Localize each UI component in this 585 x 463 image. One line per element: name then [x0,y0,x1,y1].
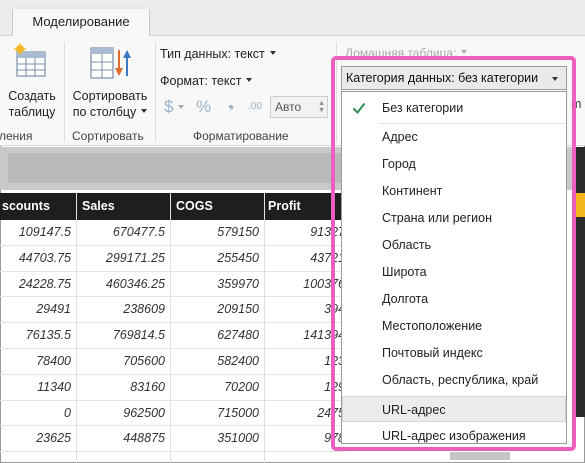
table-cell: 44703.75 [18,250,71,265]
spinner-arrows-icon[interactable]: ▲ ▼ [318,100,325,114]
table-cell: 109147.5 [18,225,71,239]
format-dropdown[interactable]: Формат: текст [160,74,253,88]
decimal-places-input[interactable]: Авто ▲ ▼ [270,96,328,118]
table-cell: 460346.25 [105,276,165,291]
chevron-down-icon [246,77,253,82]
table-cell: 715000 [217,405,259,420]
chevron-down-icon [269,50,276,55]
sort-by-column-button[interactable]: Сортировать по столбцу [66,36,154,124]
table-cell: 962500 [123,405,165,420]
table-row[interactable]: 44703.75 299171.25 255450 43721 [0,246,345,272]
percent-icon[interactable]: % [196,97,211,117]
table-cell: 83160 [130,379,165,394]
decimal-places-value: Авто [275,100,302,114]
table-cell: 627480 [217,328,259,343]
table-row[interactable]: 78400 705600 582400 123 [0,349,345,375]
chevron-down-icon [141,108,148,113]
group-label-calc: ления [0,129,33,143]
table-body: 109147.5 670477.5 579150 91327 44703.75 2991… [0,220,345,453]
table-cell: 769814.5 [112,328,165,343]
column-header[interactable]: scounts [2,193,50,220]
table-cell: 351000 [217,431,259,446]
highlight-outline [331,56,576,451]
column-header[interactable]: Profit [268,193,301,220]
create-table-button[interactable]: Создать таблицу [0,36,64,124]
chevron-down-icon[interactable] [178,105,184,109]
ribbon-separator [155,42,156,142]
table-cell: 299171.25 [105,250,165,265]
table-cell: 78400 [36,353,71,368]
create-table-label: Создать таблицу [8,89,56,119]
table-cell: 0 [64,405,71,420]
table-cell: 705600 [123,353,165,368]
table-cell: 70200 [224,379,259,394]
table-cell: 238609 [123,302,165,317]
comma-style-icon[interactable]: ❟ [228,95,234,112]
format-label: Формат: текст [160,74,242,88]
table-cell: 582400 [217,353,259,368]
table-cell: 448875 [123,431,165,446]
currency-icon[interactable]: $ [164,97,173,117]
tab-modeling[interactable]: Моделирование [12,6,150,37]
new-table-icon [14,43,46,77]
table-header: scounts Sales COGS Profit [0,193,345,220]
group-label-sort: Сортировать [72,129,144,143]
ribbon-separator [64,42,65,142]
formula-bar[interactable] [8,153,348,183]
data-type-label: Тип данных: текст [160,47,265,61]
column-header[interactable]: Sales [82,193,115,220]
decimal-places-icon[interactable]: .00 [248,101,262,112]
table-cell: 670477.5 [112,225,165,239]
sort-by-column-text: Сортировать по столбцу [72,89,148,119]
chevron-down-icon [461,49,468,54]
table-cell: 23625 [36,431,71,446]
table-cell: 255450 [217,250,259,265]
table-row[interactable]: 0 962500 715000 2475 [0,401,345,427]
table-cell: 76135.5 [25,328,71,343]
table-cell: 209150 [217,302,259,317]
column-header[interactable]: COGS [176,193,213,220]
table-row[interactable]: 29491 238609 209150 394 [0,297,345,324]
table-row[interactable]: 23625 448875 351000 978 [0,426,345,453]
ribbon-tab-strip: Моделирование [0,0,585,37]
table-row[interactable]: 109147.5 670477.5 579150 91327 [0,220,345,246]
table-cell: 579150 [217,225,259,239]
data-type-dropdown[interactable]: Тип данных: текст [160,47,276,61]
group-label-formatting: Форматирование [193,129,289,143]
table-row[interactable]: 24228.75 460346.25 359970 100376 [0,272,345,298]
table-cell: 11340 [37,379,71,394]
table-row[interactable]: 11340 83160 70200 129 [0,375,345,401]
sort-by-column-icon [90,47,131,79]
table-row[interactable]: 76135.5 769814.5 627480 141394 [0,323,345,349]
table-cell: 24228.75 [18,276,71,291]
table-cell: 29491 [36,302,71,317]
horizontal-scrollbar[interactable] [450,452,510,460]
selection-marker [576,193,585,217]
table-cell: 359970 [217,276,259,291]
sort-by-column-label: Сортировать по столбцу [70,88,150,120]
